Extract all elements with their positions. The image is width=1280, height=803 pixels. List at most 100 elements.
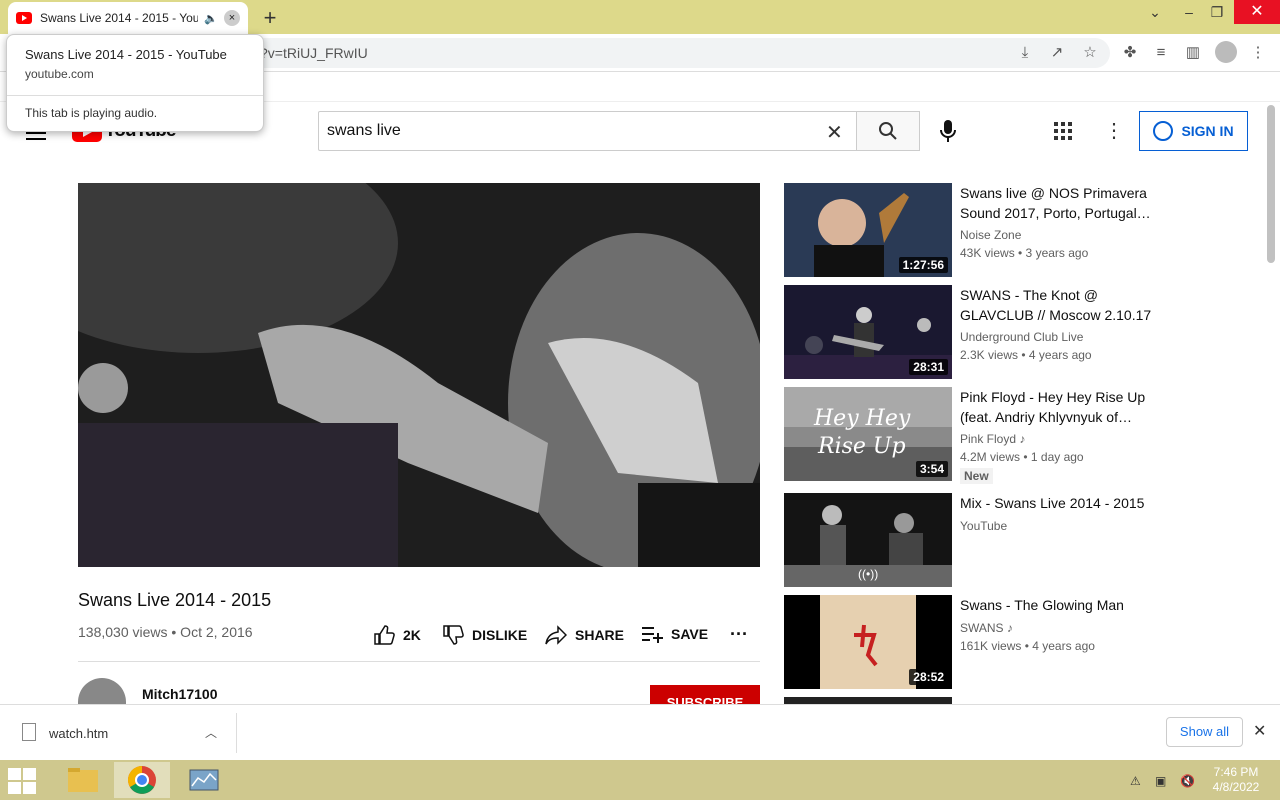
window-close-button[interactable]: ✕: [1234, 0, 1280, 24]
divider: [7, 95, 263, 96]
show-all-button[interactable]: Show all: [1166, 717, 1243, 747]
recommendation-channel[interactable]: Pink Floyd ♪: [960, 432, 1025, 446]
windows-start-icon[interactable]: [8, 768, 38, 794]
page-scrollbar[interactable]: [1267, 105, 1275, 263]
dislike-button[interactable]: DISLIKE: [442, 625, 527, 645]
side-panel-icon[interactable]: ▥: [1182, 42, 1204, 64]
chevron-up-icon[interactable]: ︿: [205, 724, 217, 741]
search-input[interactable]: swans live: [318, 111, 858, 151]
tab-strip: Swans Live 2014 - 2015 - You 🔈 × + ⌄ – ❐…: [0, 0, 1280, 34]
file-icon: [22, 723, 36, 741]
system-clock[interactable]: 7:46 PM 4/8/2022: [1210, 765, 1262, 795]
network-icon[interactable]: ▣: [1155, 774, 1169, 788]
hover-card-title: Swans Live 2014 - 2015 - YouTube: [25, 47, 227, 62]
save-button[interactable]: SAVE: [641, 625, 708, 643]
user-circle-icon: [1153, 121, 1174, 141]
divider: [236, 713, 237, 753]
recommendation-channel[interactable]: Underground Club Live: [960, 330, 1083, 344]
music-note-icon: ♪: [1019, 432, 1026, 446]
video-duration: 3:54: [915, 461, 948, 477]
video-thumbnail[interactable]: [784, 697, 952, 704]
view-count-date: 138,030 views • Oct 2, 2016: [78, 624, 253, 640]
address-bar[interactable]: ?v=tRiUJ_FRwIU: [150, 38, 1110, 68]
settings-more-icon[interactable]: ⋮: [1104, 118, 1124, 143]
video-frame: [78, 183, 760, 567]
recommendation-channel[interactable]: Noise Zone: [960, 228, 1021, 242]
video-title: Swans Live 2014 - 2015: [78, 590, 272, 610]
chrome-taskbar-icon[interactable]: [114, 762, 170, 798]
playlist-add-icon: [642, 627, 663, 643]
like-button[interactable]: 2K: [373, 625, 421, 645]
mic-icon[interactable]: [937, 118, 959, 144]
recommendation-meta: 161K views • 4 years ago: [960, 639, 1095, 653]
recommendation-channel[interactable]: SWANS ♪: [960, 621, 1013, 635]
new-tab-button[interactable]: +: [258, 5, 282, 31]
video-thumbnail[interactable]: Hey Hey Rise Up 3:54: [784, 387, 952, 481]
new-badge: New: [960, 468, 993, 484]
tab-hover-card: Swans Live 2014 - 2015 - YouTube youtube…: [6, 34, 264, 132]
tab-close-button[interactable]: ×: [224, 10, 240, 26]
recommendation-channel[interactable]: YouTube: [960, 519, 1007, 533]
recommendation-item[interactable]: 28:31 SWANS - The Knot @ GLAVCLUB // Mos…: [784, 285, 1204, 379]
speaker-icon[interactable]: 🔈: [204, 12, 218, 25]
tab-search-chevron-icon[interactable]: ⌄: [1140, 4, 1170, 21]
thumbs-down-icon: [443, 625, 464, 645]
recommendation-item[interactable]: 28:52 Swans - The Glowing Man SWANS ♪ 16…: [784, 595, 1204, 689]
apps-grid-icon[interactable]: [1054, 122, 1072, 140]
thumbnail-text: Hey Hey: [813, 406, 911, 431]
recommendation-meta: 4.2M views • 1 day ago: [960, 450, 1084, 464]
video-duration: 28:52: [909, 669, 948, 685]
video-thumbnail[interactable]: 28:52: [784, 595, 952, 689]
clear-search-icon[interactable]: ✕: [826, 120, 843, 145]
hover-card-status: This tab is playing audio.: [25, 106, 158, 120]
minimize-button[interactable]: –: [1174, 4, 1204, 20]
youtube-favicon-icon: [16, 12, 32, 24]
recommendation-item[interactable]: 1:27:56 Swans live @ NOS Primavera Sound…: [784, 183, 1204, 277]
video-thumbnail[interactable]: 28:31: [784, 285, 952, 379]
recommendation-title[interactable]: Swans live @ NOS Primavera Sound 2017, P…: [960, 183, 1160, 223]
close-download-bar-icon[interactable]: ✕: [1253, 721, 1266, 741]
video-thumbnail[interactable]: ((•)): [784, 493, 952, 587]
extensions-icon[interactable]: ✤: [1119, 42, 1141, 64]
video-duration: 1:27:56: [898, 257, 948, 273]
media-controls-icon[interactable]: ≡: [1150, 42, 1172, 64]
hover-card-domain: youtube.com: [25, 67, 94, 81]
recommendation-meta: 43K views • 3 years ago: [960, 246, 1089, 260]
music-note-icon: ♪: [1006, 621, 1013, 635]
sign-in-button[interactable]: SIGN IN: [1139, 111, 1248, 151]
install-icon[interactable]: ⤓: [1014, 42, 1036, 64]
profile-avatar[interactable]: [1215, 41, 1237, 63]
download-bar: watch.htm ︿ Show all ✕: [0, 704, 1280, 760]
windows-taskbar: ⚠ ▣ 🔇 7:46 PM 4/8/2022: [0, 760, 1280, 800]
file-explorer-icon[interactable]: [56, 762, 112, 798]
share-button[interactable]: SHARE: [545, 625, 624, 645]
thumbnail-text: Rise Up: [817, 434, 906, 459]
live-radio-icon: ((•)): [858, 567, 879, 581]
share-page-icon[interactable]: ↗: [1046, 42, 1068, 64]
share-arrow-icon: [545, 625, 567, 645]
restore-button[interactable]: ❐: [1202, 4, 1232, 21]
chrome-menu-icon[interactable]: ⋮: [1247, 42, 1269, 64]
recommendation-item[interactable]: ((•)) Mix - Swans Live 2014 - 2015 YouTu…: [784, 493, 1204, 587]
video-player[interactable]: [78, 183, 760, 567]
network-error-icon[interactable]: ⚠: [1130, 774, 1144, 788]
more-actions-icon[interactable]: ···: [730, 624, 748, 645]
browser-tab[interactable]: Swans Live 2014 - 2015 - You 🔈 ×: [8, 2, 248, 34]
task-manager-icon[interactable]: [176, 762, 232, 798]
video-duration: 28:31: [909, 359, 948, 375]
recommendation-title[interactable]: Pink Floyd - Hey Hey Rise Up (feat. Andr…: [960, 387, 1160, 427]
search-button[interactable]: [856, 111, 920, 151]
bookmark-star-icon[interactable]: ☆: [1079, 42, 1101, 64]
download-filename[interactable]: watch.htm: [49, 726, 108, 741]
recommendation-title[interactable]: SWANS - The Knot @ GLAVCLUB // Moscow 2.…: [960, 285, 1160, 325]
recommendation-meta: 2.3K views • 4 years ago: [960, 348, 1092, 362]
channel-name[interactable]: Mitch17100: [142, 686, 217, 702]
recommendation-title[interactable]: Mix - Swans Live 2014 - 2015: [960, 493, 1160, 513]
search-icon: [879, 122, 897, 140]
thumbs-up-icon: [374, 625, 395, 645]
recommendation-item[interactable]: Hey Hey Rise Up 3:54 Pink Floyd - Hey He…: [784, 387, 1204, 484]
tab-title: Swans Live 2014 - 2015 - You: [40, 11, 199, 25]
volume-muted-icon[interactable]: 🔇: [1180, 774, 1195, 788]
recommendation-title[interactable]: Swans - The Glowing Man: [960, 595, 1160, 615]
video-thumbnail[interactable]: 1:27:56: [784, 183, 952, 277]
